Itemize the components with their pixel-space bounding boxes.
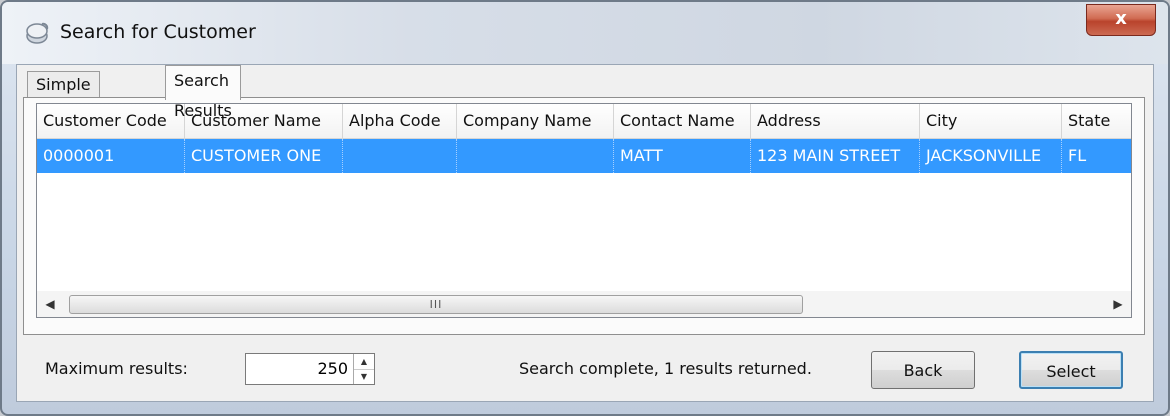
close-button[interactable]: x <box>1086 4 1156 36</box>
spin-up-icon[interactable]: ▲ <box>354 354 374 370</box>
search-results-panel: Customer Code Customer Name Alpha Code C… <box>23 97 1145 335</box>
title-bar[interactable]: Search for Customer x <box>2 2 1168 64</box>
scroll-thumb[interactable]: III <box>69 295 803 314</box>
cell-company-name <box>457 139 614 173</box>
cell-customer-code: 0000001 <box>37 139 185 173</box>
scroll-right-icon[interactable]: ▶ <box>1105 291 1131 317</box>
column-header-contact-name[interactable]: Contact Name <box>614 104 751 138</box>
scroll-grip: III <box>429 298 443 311</box>
cell-contact-name: MATT <box>614 139 751 173</box>
dialog-body: Simple Search Search Results Customer Co… <box>16 64 1154 402</box>
tab-simple-search[interactable]: Simple Search <box>27 71 100 120</box>
search-customer-window: Search for Customer x Simple Search Sear… <box>0 0 1170 416</box>
status-text: Search complete, 1 results returned. <box>519 359 812 378</box>
spinner-buttons: ▲ ▼ <box>353 354 374 384</box>
column-header-address[interactable]: Address <box>751 104 920 138</box>
window-title: Search for Customer <box>60 21 256 43</box>
cell-address: 123 MAIN STREET <box>751 139 920 173</box>
horizontal-scrollbar[interactable]: ◀ III ▶ <box>36 291 1132 318</box>
cell-customer-name: CUSTOMER ONE <box>185 139 343 173</box>
cell-alpha-code <box>343 139 457 173</box>
scroll-left-icon[interactable]: ◀ <box>37 291 63 317</box>
app-icon <box>26 22 49 44</box>
table-row[interactable]: 0000001 CUSTOMER ONE MATT 123 MAIN STREE… <box>37 139 1131 173</box>
max-results-value[interactable]: 250 <box>317 354 348 384</box>
tab-search-results[interactable]: Search Results <box>165 65 241 120</box>
column-header-state[interactable]: State <box>1062 104 1131 138</box>
column-header-alpha-code[interactable]: Alpha Code <box>343 104 457 138</box>
max-results-label: Maximum results: <box>45 359 188 378</box>
cell-city: JACKSONVILLE <box>920 139 1062 173</box>
cell-state: FL <box>1068 146 1087 165</box>
column-header-company-name[interactable]: Company Name <box>457 104 614 138</box>
select-button[interactable]: Select <box>1019 351 1123 389</box>
column-header-city[interactable]: City <box>920 104 1062 138</box>
results-grid[interactable]: Customer Code Customer Name Alpha Code C… <box>36 103 1132 293</box>
close-icon: x <box>1115 8 1127 29</box>
column-header-customer-code[interactable]: Customer Code <box>37 104 185 138</box>
back-button[interactable]: Back <box>871 351 975 389</box>
max-results-spinner[interactable]: 250 ▲ ▼ <box>245 353 375 385</box>
spin-down-icon[interactable]: ▼ <box>354 369 374 384</box>
